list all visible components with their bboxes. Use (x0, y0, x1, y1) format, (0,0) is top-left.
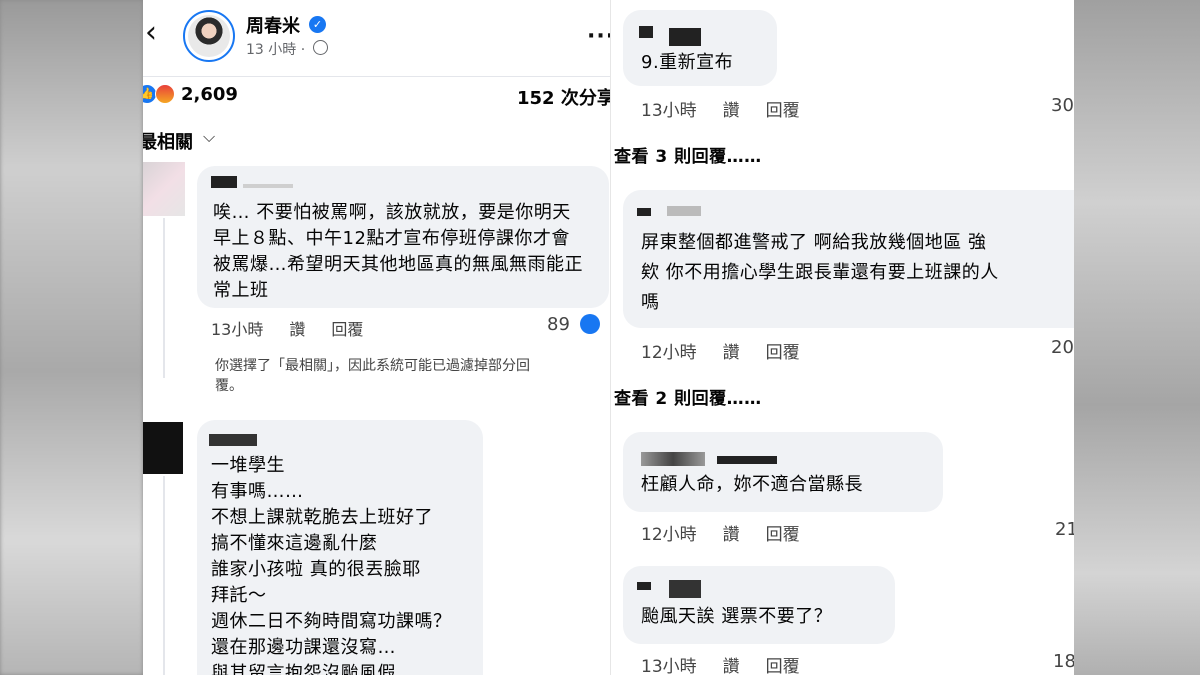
redacted-username (669, 28, 701, 46)
post-timestamp: 13 小時 · (246, 42, 306, 58)
comment-text: 屏東整個都進警戒了 啊給我放幾個地區 強 欸 你不用擔心學生跟長輩還有要上班課的… (641, 232, 999, 313)
header-divider (143, 76, 611, 77)
redacted-username (243, 184, 293, 188)
reply-link[interactable]: 回覆 (766, 657, 800, 675)
comment-text: 一堆學生 有事嗎…… 不想上課就乾脆去上班好了 搞不懂來這邊亂什麼 誰家小孩啦 … (211, 455, 452, 675)
redacted-username (209, 434, 257, 446)
reply-link[interactable]: 回覆 (766, 343, 800, 363)
poster-name[interactable]: 周春米 (246, 12, 300, 38)
comment-text: 枉顧人命，妳不適合當縣長 (641, 474, 863, 495)
blurred-background-right (1074, 0, 1200, 675)
comment-reaction-count: 89 (547, 314, 570, 335)
comment-reaction-count: 20 (1051, 337, 1074, 358)
like-link[interactable]: 讚 (289, 320, 305, 339)
like-reaction-icon (580, 314, 600, 334)
redacted-username (717, 456, 777, 464)
like-link[interactable]: 讚 (723, 101, 740, 121)
filter-notice: 你選擇了「最相關」，因此系統可能已過濾掉部分回 覆。 (215, 358, 530, 394)
avatar[interactable] (183, 10, 235, 62)
thread-line (163, 476, 165, 675)
blurred-avatar (143, 162, 185, 216)
reply-link[interactable]: 回覆 (766, 101, 800, 121)
back-arrow-icon[interactable]: ‹ (145, 18, 173, 50)
redacted-username (667, 206, 701, 216)
view-replies-link[interactable]: 查看 2 則回覆…… (614, 384, 762, 409)
thread-line (163, 218, 165, 378)
comment-text: 唉… 不要怕被罵啊，該放就放，要是你明天 早上８點、中午12點才宣布停班停課你才… (213, 202, 583, 301)
comment-time: 13小時 (641, 101, 697, 121)
reaction-count[interactable]: 2,609 (181, 84, 238, 105)
like-link[interactable]: 讚 (723, 343, 740, 363)
post-comments-panel: ‹ 周春米 ✓ 13 小時 · ··· 👍 2,609 152 次分享 最相關 … (143, 0, 611, 675)
comment-meta: 12小時 讚 回覆 (641, 338, 826, 363)
redacted-username (639, 26, 653, 38)
reply-link[interactable]: 回覆 (331, 320, 363, 339)
redacted-username (637, 582, 651, 590)
globe-icon (313, 40, 328, 55)
comment-time: 13小時 (211, 320, 264, 339)
comment-time: 13小時 (641, 657, 697, 675)
sort-dropdown-label[interactable]: 最相關 (143, 128, 193, 154)
like-link[interactable]: 讚 (723, 657, 740, 675)
chevron-down-icon[interactable]: ⌵ (203, 127, 215, 147)
redacted-username (637, 208, 651, 216)
comment-time: 12小時 (641, 525, 697, 545)
comment-reaction-count: 21 (1055, 519, 1074, 540)
more-options-icon[interactable]: ··· (587, 24, 611, 49)
comment-reaction-count: 30 (1051, 95, 1074, 116)
comment-meta: 13小時 讚 回覆 (641, 652, 826, 675)
share-count[interactable]: 152 次分享 (517, 84, 611, 110)
angry-reaction-icon (155, 84, 175, 104)
replies-panel: 9.重新宣布 13小時讚回覆 30 查看 3 則回覆…… 屏東整個都進警戒了 啊… (611, 0, 1074, 675)
comment-meta: 13小時 讚 回覆 (641, 96, 826, 121)
comment-text: 颱風天誒 選票不要了？ (641, 606, 833, 627)
blurred-avatar (143, 422, 183, 474)
view-replies-link[interactable]: 查看 3 則回覆…… (614, 142, 762, 167)
verified-badge-icon: ✓ (309, 16, 326, 33)
comment-meta: 12小時 讚 回覆 (641, 520, 826, 545)
redacted-username (669, 580, 701, 598)
comment-time: 12小時 (641, 343, 697, 363)
reply-link[interactable]: 回覆 (766, 525, 800, 545)
redacted-username (641, 452, 705, 466)
comment-meta: 13小時 讚 回覆 (211, 316, 389, 340)
redacted-username (211, 176, 237, 188)
like-link[interactable]: 讚 (723, 525, 740, 545)
blurred-background-left (0, 0, 143, 675)
comment-reaction-count: 18 (1053, 651, 1074, 672)
comment-text: 9.重新宣布 (641, 52, 734, 73)
